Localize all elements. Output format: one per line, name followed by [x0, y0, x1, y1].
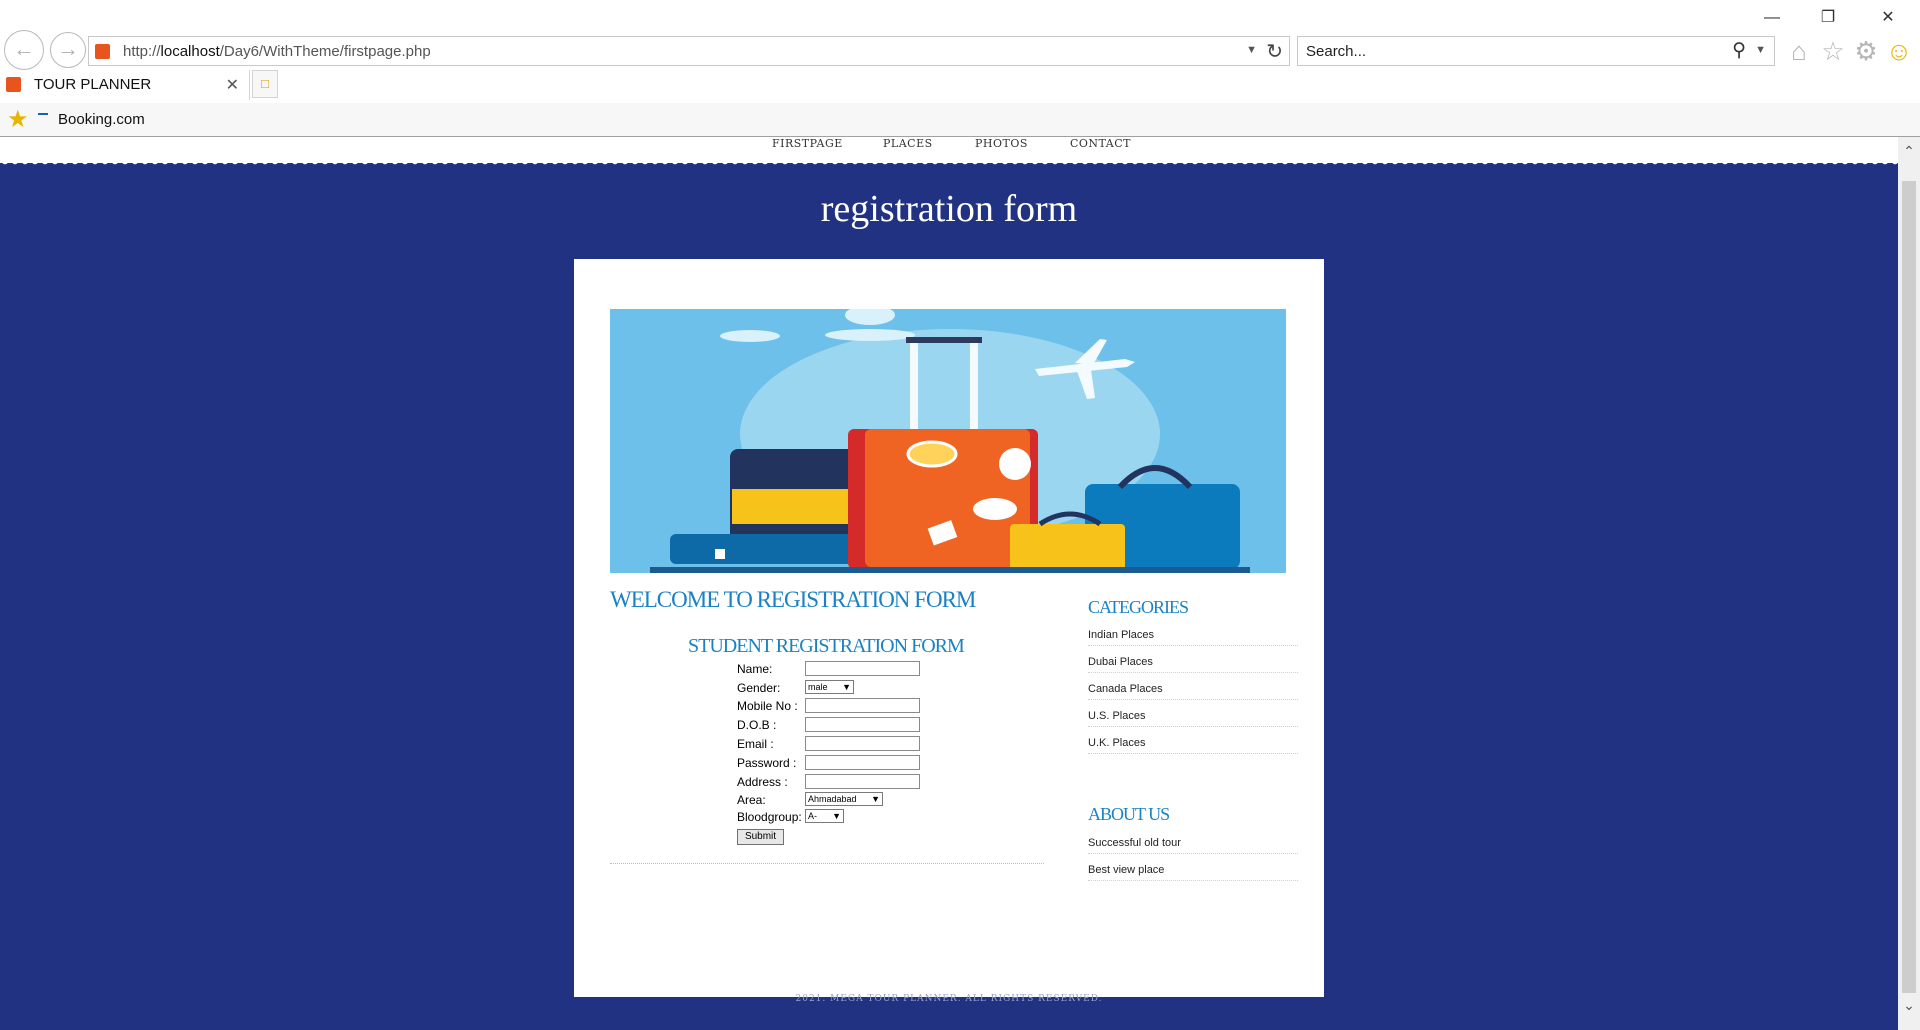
top-navigation: FIRSTPAGE PLACES PHOTOS CONTACT — [0, 137, 1898, 163]
home-icon[interactable]: ⌂ — [1784, 36, 1814, 66]
content-divider — [610, 863, 1044, 864]
site-favicon-icon — [95, 44, 110, 59]
page-title: registration form — [820, 188, 1078, 230]
search-icon[interactable]: ⚲ — [1732, 39, 1746, 62]
mobile-input[interactable] — [805, 698, 920, 713]
form-heading: STUDENT REGISTRATION FORM — [688, 635, 965, 657]
bloodgroup-label: Bloodgroup: — [737, 810, 802, 824]
tab-tour-planner[interactable]: TOUR PLANNER ✕ — [0, 70, 250, 100]
close-window-button[interactable]: ✕ — [1868, 6, 1908, 30]
about-us-heading: ABOUT US — [1088, 804, 1170, 824]
dob-label: D.O.B : — [737, 718, 777, 732]
close-tab-icon[interactable]: ✕ — [226, 75, 239, 95]
bloodgroup-select[interactable]: A- ▼ — [805, 809, 844, 823]
search-dropdown-icon[interactable]: ▼ — [1755, 44, 1766, 56]
page-viewport: FIRSTPAGE PLACES PHOTOS CONTACT registra… — [0, 137, 1898, 1030]
favorites-star-icon[interactable]: ★ — [7, 105, 29, 134]
gender-label: Gender: — [737, 681, 781, 695]
url-text: http://localhost/Day6/WithTheme/firstpag… — [123, 43, 431, 60]
scroll-up-icon[interactable]: ⌃ — [1898, 143, 1920, 160]
nav-item-places[interactable]: PLACES — [883, 137, 933, 150]
bloodgroup-value: A- — [808, 811, 817, 821]
chevron-down-icon: ▼ — [842, 682, 851, 692]
nav-item-contact[interactable]: CONTACT — [1070, 137, 1131, 150]
scroll-thumb[interactable] — [1902, 181, 1916, 993]
vertical-scrollbar[interactable]: ⌃ ⌄ — [1898, 137, 1920, 1030]
content-card: WELCOME TO REGISTRATION FORM STUDENT REG… — [570, 255, 1328, 1001]
star-icon[interactable]: ☆ — [1818, 36, 1848, 66]
restore-button[interactable]: ❐ — [1808, 6, 1848, 30]
luggage-illustration — [610, 309, 1286, 573]
forward-icon[interactable]: → — [50, 32, 86, 68]
chevron-down-icon: ▼ — [871, 794, 880, 804]
footer-copyright: 2021. MEGA TOUR PLANNER. ALL RIGHTS RESE… — [795, 994, 1103, 1004]
gender-value: male — [808, 682, 828, 692]
minimize-button[interactable]: — — [1752, 6, 1792, 30]
address-dropdown-icon[interactable]: ▼ — [1246, 44, 1257, 56]
password-input[interactable] — [805, 755, 920, 770]
address-bar[interactable]: http://localhost/Day6/WithTheme/firstpag… — [88, 36, 1290, 66]
area-label: Area: — [737, 793, 766, 807]
name-label: Name: — [737, 662, 773, 676]
search-placeholder: Search... — [1306, 43, 1367, 60]
email-label: Email : — [737, 737, 774, 751]
favorite-link-icon — [38, 113, 48, 115]
favorite-booking-link[interactable]: Booking.com — [58, 111, 145, 128]
mobile-label: Mobile No : — [737, 699, 798, 713]
nav-item-firstpage[interactable]: FIRSTPAGE — [772, 137, 843, 150]
gender-select[interactable]: male ▼ — [805, 680, 854, 694]
address-label: Address : — [737, 775, 788, 789]
name-input[interactable] — [805, 661, 920, 676]
favorites-bar: ★ Booking.com — [0, 103, 1920, 137]
categories-list: Indian Places Dubai Places Canada Places… — [1088, 619, 1298, 754]
about-item-successful-old-tour[interactable]: Successful old tour — [1088, 827, 1298, 854]
category-indian-places[interactable]: Indian Places — [1088, 619, 1298, 646]
about-list: Successful old tour Best view place — [1088, 827, 1298, 881]
refresh-icon[interactable]: ↻ — [1266, 39, 1283, 64]
smiley-icon[interactable]: ☺ — [1884, 36, 1914, 66]
chevron-down-icon: ▼ — [832, 811, 841, 821]
area-select[interactable]: Ahmadabad ▼ — [805, 792, 883, 806]
about-item-best-view-place[interactable]: Best view place — [1088, 854, 1298, 881]
categories-heading: CATEGORIES — [1088, 597, 1189, 617]
search-input[interactable]: Search... ⚲ ▼ — [1297, 36, 1775, 66]
category-uk-places[interactable]: U.K. Places — [1088, 727, 1298, 754]
address-input[interactable] — [805, 774, 920, 789]
category-dubai-places[interactable]: Dubai Places — [1088, 646, 1298, 673]
welcome-heading: WELCOME TO REGISTRATION FORM — [610, 587, 976, 612]
gear-icon[interactable]: ⚙ — [1851, 36, 1881, 66]
area-value: Ahmadabad — [808, 794, 857, 804]
tab-favicon-icon — [6, 77, 21, 92]
password-label: Password : — [737, 756, 797, 770]
travel-luggage-banner — [610, 309, 1286, 573]
dob-input[interactable] — [805, 717, 920, 732]
submit-button[interactable]: Submit — [737, 829, 784, 845]
scroll-down-icon[interactable]: ⌄ — [1898, 997, 1920, 1014]
email-input[interactable] — [805, 736, 920, 751]
back-icon[interactable]: ← — [4, 30, 44, 70]
tab-title: TOUR PLANNER — [34, 76, 152, 93]
browser-chrome: — ❐ ✕ ← → http://localhost/Day6/WithThem… — [0, 0, 1920, 137]
category-us-places[interactable]: U.S. Places — [1088, 700, 1298, 727]
nav-item-photos[interactable]: PHOTOS — [975, 137, 1028, 150]
new-tab-button[interactable]: □ — [252, 70, 278, 98]
category-canada-places[interactable]: Canada Places — [1088, 673, 1298, 700]
scalloped-border — [0, 161, 1898, 167]
